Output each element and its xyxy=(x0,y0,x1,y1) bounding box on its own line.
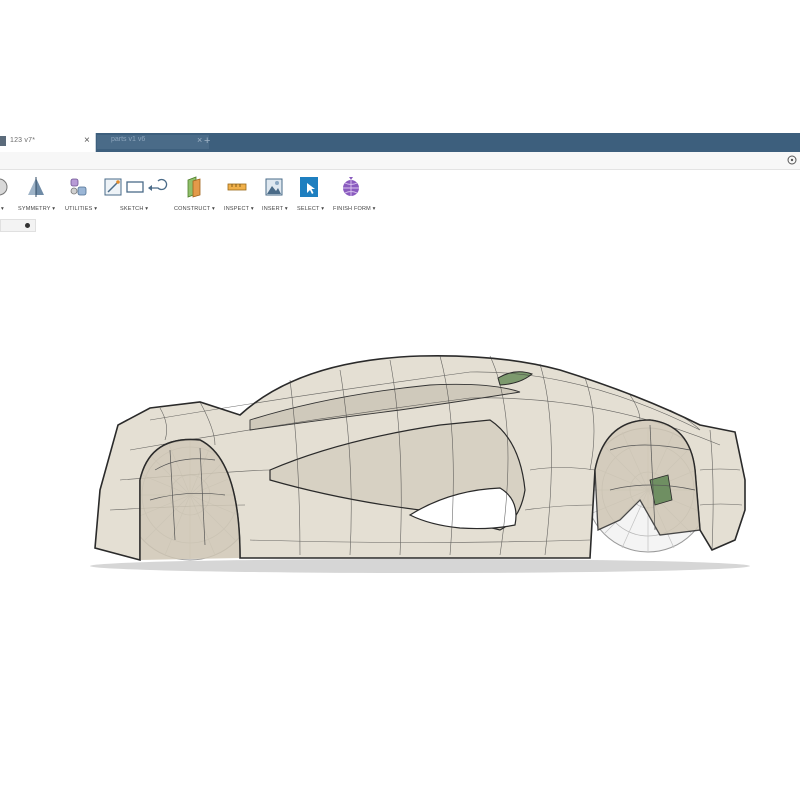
new-tab-icon[interactable]: + xyxy=(204,135,210,147)
tab-active-label: 123 v7* xyxy=(10,137,36,144)
tab-active-document[interactable]: 123 v7* × xyxy=(0,133,96,152)
toolbar-group-utilities[interactable]: UTILITIES ▾ xyxy=(62,170,98,216)
document-tab-bar: 123 v7* × parts v1 v6 × + xyxy=(0,133,800,152)
browser-toggle[interactable] xyxy=(0,219,36,232)
tab-inactive-document[interactable]: parts v1 v6 × xyxy=(97,135,209,149)
toolbar-group-create-label: ▾ xyxy=(1,206,4,212)
form-toolbar: ▾ SYMMETRY ▾ UTILITIES ▾ SKETCH ▾ CONSTR… xyxy=(0,170,800,216)
tab-close-icon[interactable]: × xyxy=(84,135,90,146)
tab-inactive-close-icon[interactable]: × xyxy=(197,135,202,145)
symmetry-icon xyxy=(28,177,44,197)
tab-inactive-label: parts v1 v6 xyxy=(111,136,146,143)
canvas-viewport[interactable] xyxy=(0,232,800,800)
rectangle-sketch-icon xyxy=(126,181,144,193)
toolbar-group-inspect[interactable]: INSPECT ▾ xyxy=(222,170,254,216)
toolbar-group-finish-form[interactable]: FINISH FORM ▾ xyxy=(330,170,376,216)
select-cursor-icon xyxy=(300,177,318,197)
document-icon xyxy=(0,136,6,146)
toolbar-group-construct[interactable]: CONSTRUCT ▾ xyxy=(172,170,216,216)
toolbar-group-create[interactable]: ▾ xyxy=(0,170,14,216)
measure-icon xyxy=(227,183,247,191)
toolbar-group-symmetry-label: SYMMETRY ▾ xyxy=(18,206,56,212)
document-info-row xyxy=(0,152,800,170)
toolbar-group-select[interactable]: SELECT ▾ xyxy=(294,170,324,216)
toolbar-group-select-label: SELECT ▾ xyxy=(297,206,325,212)
toolbar-group-utilities-label: UTILITIES ▾ xyxy=(65,206,98,212)
toolbar-group-sketch-label: SKETCH ▾ xyxy=(120,206,149,212)
help-icon[interactable] xyxy=(787,155,797,165)
toolbar-group-finish-form-label: FINISH FORM ▾ xyxy=(333,206,376,212)
toolbar-group-insert-label: INSERT ▾ xyxy=(262,206,288,212)
ground-shadow xyxy=(90,559,750,573)
utilities-icon xyxy=(70,178,87,196)
finish-form-icon xyxy=(343,177,359,196)
toolbar-group-symmetry[interactable]: SYMMETRY ▾ xyxy=(16,170,58,216)
construct-plane-icon xyxy=(187,176,201,198)
toolbar-group-sketch[interactable]: SKETCH ▾ xyxy=(100,170,168,216)
toolbar-group-insert[interactable]: INSERT ▾ xyxy=(258,170,290,216)
insert-image-icon xyxy=(265,178,283,196)
partial-create-icon xyxy=(0,178,8,196)
toolbar-group-inspect-label: INSPECT ▾ xyxy=(224,206,254,212)
visibility-icon xyxy=(25,223,30,228)
arc-sketch-icon xyxy=(148,178,168,191)
toolbar-group-construct-label: CONSTRUCT ▾ xyxy=(174,206,215,212)
create-sketch-icon xyxy=(104,178,122,196)
